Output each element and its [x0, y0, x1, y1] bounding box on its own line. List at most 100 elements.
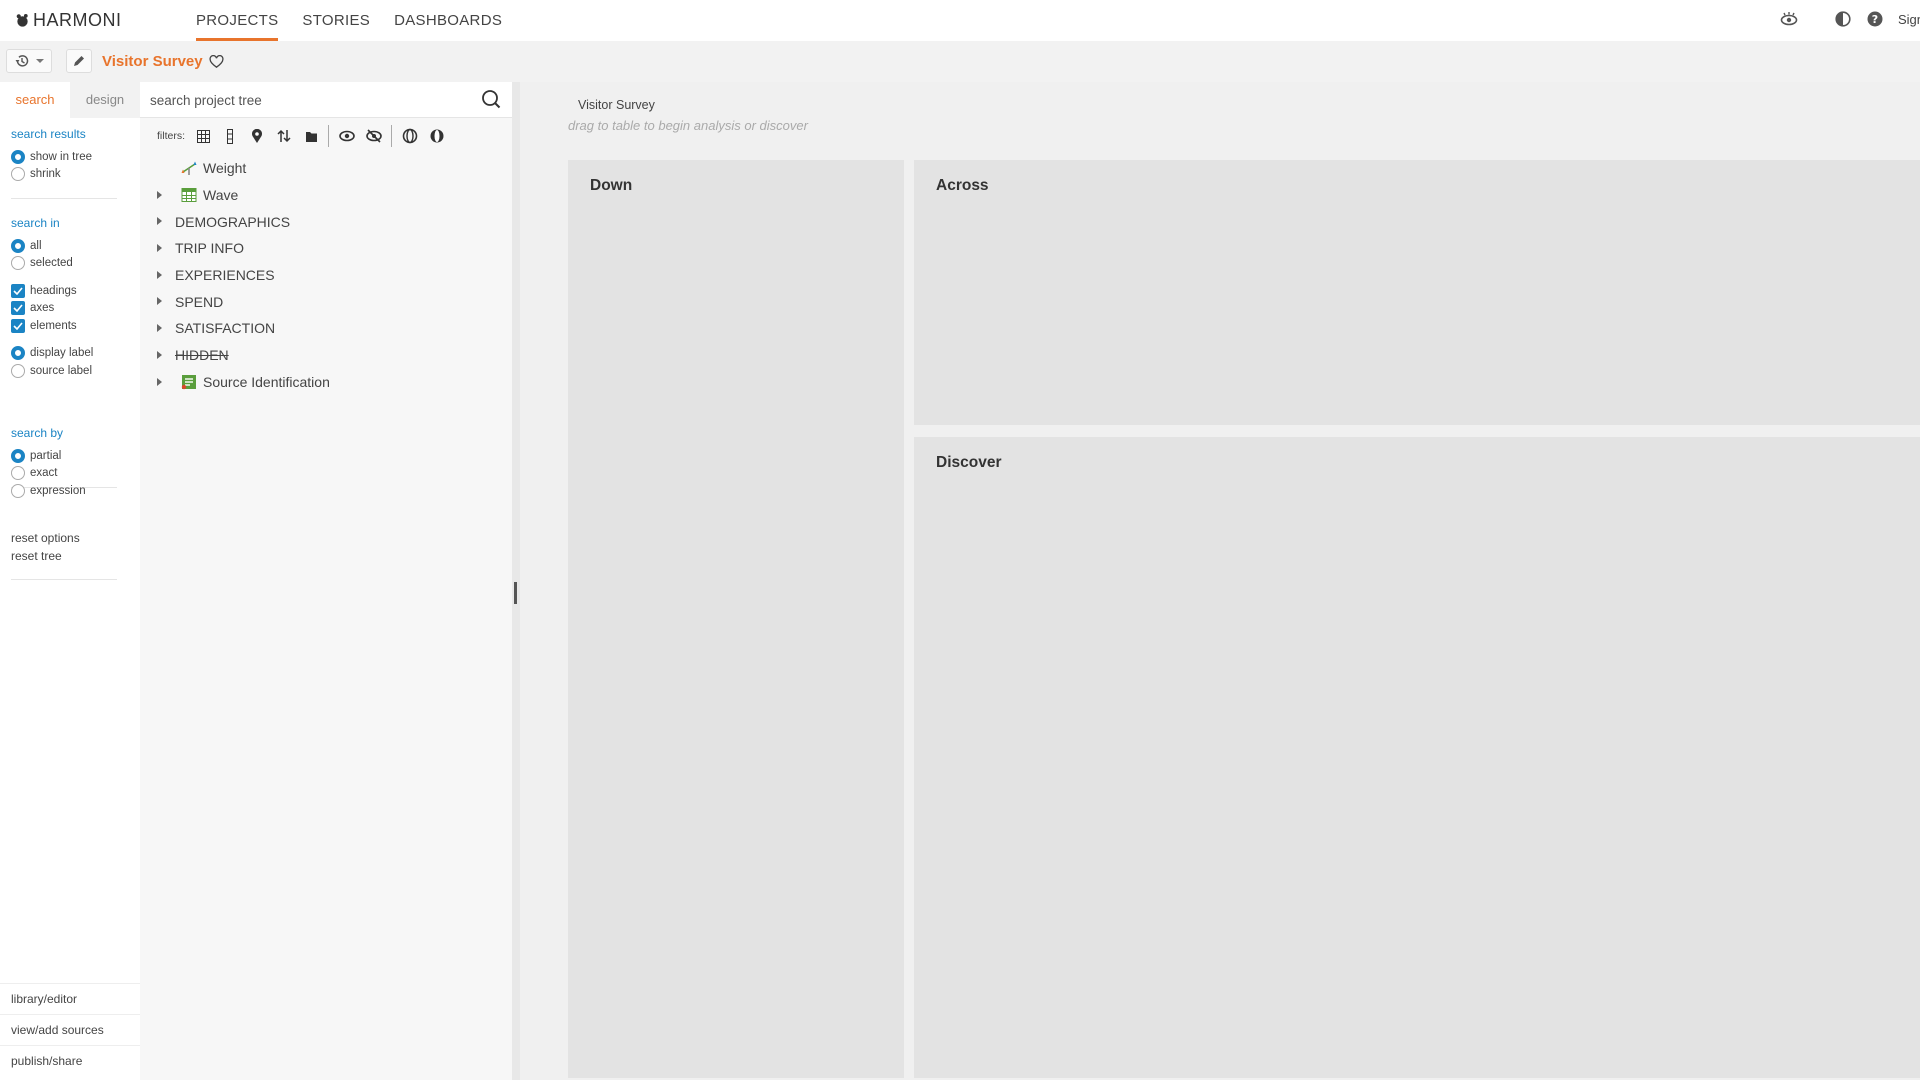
radio-selected[interactable] [11, 238, 25, 253]
top-bar: HARMONI PROJECTS STORIES DASHBOARDS ? Si… [0, 0, 1920, 41]
nav-projects[interactable]: PROJECTS [184, 0, 290, 41]
eye-icon[interactable] [338, 127, 356, 145]
search-icon[interactable] [480, 89, 502, 111]
tab-search[interactable]: search [0, 82, 70, 118]
radio-unselected[interactable] [11, 483, 25, 498]
option-exact[interactable]: exact [11, 465, 119, 483]
chevron-down-icon [35, 59, 44, 63]
reset-tree-link[interactable]: reset tree [11, 549, 119, 567]
radio-unselected[interactable] [11, 256, 25, 271]
checkbox-elements[interactable]: elements [11, 317, 119, 335]
tree-node-source-identification[interactable]: Source Identification [140, 369, 512, 396]
logo-icon [16, 13, 28, 27]
grid-icon[interactable] [194, 127, 212, 145]
project-name[interactable]: Visitor Survey [102, 53, 203, 70]
radio-selected[interactable] [11, 448, 25, 463]
tab-design[interactable]: design [70, 82, 140, 118]
pencil-icon [74, 56, 84, 66]
publish-share-link[interactable]: publish/share [0, 1045, 140, 1075]
view-icon[interactable] [1780, 10, 1798, 28]
tree-node-label: Weight [203, 160, 247, 177]
tree-node-label: Wave [203, 187, 239, 204]
expand-caret-icon[interactable] [157, 270, 162, 279]
checkbox-checked[interactable] [11, 318, 25, 333]
contrast-icon[interactable] [1834, 10, 1852, 28]
tree-node-label: HIDDEN [175, 347, 229, 364]
radio-unselected[interactable] [11, 167, 25, 182]
expand-caret-icon[interactable] [157, 190, 162, 199]
half-circle-filled-icon[interactable] [428, 127, 446, 145]
heart-icon[interactable] [209, 54, 224, 69]
option-display-label[interactable]: display label [11, 345, 119, 363]
library-editor-link[interactable]: library/editor [0, 983, 140, 1013]
option-shrink[interactable]: shrink [11, 166, 119, 184]
across-dropzone[interactable]: Across [914, 160, 1920, 425]
tree-node-label: TRIP INFO [175, 240, 244, 257]
app-logo[interactable]: HARMONI [15, 10, 122, 31]
pin-icon[interactable] [248, 127, 266, 145]
filter-separator [328, 125, 330, 147]
tree-search-input[interactable] [150, 88, 470, 112]
eye-slash-icon[interactable] [365, 127, 383, 145]
down-label: Down [590, 177, 633, 194]
checkbox-checked[interactable] [11, 283, 25, 298]
option-source-label[interactable]: source label [11, 362, 119, 380]
expand-caret-icon[interactable] [157, 377, 162, 386]
radio-selected[interactable] [11, 346, 25, 361]
tree-node-demographics[interactable]: DEMOGRAPHICS [140, 208, 512, 235]
checkbox-headings[interactable]: headings [11, 282, 119, 300]
expand-caret-icon[interactable] [157, 244, 162, 253]
option-show-in-tree[interactable]: show in tree [11, 148, 119, 166]
view-add-sources-link[interactable]: view/add sources [0, 1014, 140, 1044]
down-dropzone[interactable]: Down [568, 160, 904, 1078]
tree-node-label: SATISFACTION [175, 320, 276, 337]
tree-node-satisfaction[interactable]: SATISFACTION [140, 315, 512, 342]
column-icon[interactable] [221, 127, 239, 145]
check-icon [13, 287, 23, 295]
radio-unselected[interactable] [11, 466, 25, 481]
project-toolbar: Visitor Survey [0, 41, 1920, 82]
edit-button[interactable] [66, 49, 92, 73]
checkbox-axes[interactable]: axes [11, 300, 119, 318]
tree-node-spend[interactable]: SPEND [140, 288, 512, 315]
option-label: show in tree [30, 150, 93, 163]
expand-caret-icon[interactable] [157, 350, 162, 359]
tree-node-trip-info[interactable]: TRIP INFO [140, 235, 512, 262]
search-results-heading: search results [11, 127, 86, 141]
sign-in-link[interactable]: Sign [1898, 12, 1920, 27]
tree-node-wave[interactable]: Wave [140, 182, 512, 209]
radio-selected[interactable] [11, 149, 25, 164]
search-results-section: search results show in tree shrink [11, 127, 119, 183]
option-all[interactable]: all [11, 237, 119, 255]
help-icon[interactable]: ? [1866, 10, 1884, 28]
radio-unselected[interactable] [11, 363, 25, 378]
half-circle-icon[interactable] [401, 127, 419, 145]
tree-node-weight[interactable]: Weight [140, 155, 512, 182]
sort-icon[interactable] [275, 127, 293, 145]
expand-caret-icon[interactable] [157, 324, 162, 333]
folder-icon[interactable] [302, 127, 320, 145]
expand-caret-icon[interactable] [157, 217, 162, 226]
filters-bar: filters: [140, 122, 512, 150]
divider [11, 198, 117, 199]
analysis-workspace: Visitor Survey drag to table to begin an… [520, 82, 1920, 1080]
checkbox-checked[interactable] [11, 301, 25, 316]
nav-stories[interactable]: STORIES [290, 0, 382, 41]
option-selected[interactable]: selected [11, 255, 119, 273]
option-label: shrink [30, 168, 61, 181]
tree-node-experiences[interactable]: EXPERIENCES [140, 262, 512, 289]
panel-splitter[interactable] [512, 82, 520, 1080]
reset-section: reset options reset tree [11, 531, 119, 567]
tree-node-hidden[interactable]: HIDDEN [140, 342, 512, 369]
option-label: selected [30, 257, 73, 270]
expand-caret-icon[interactable] [157, 297, 162, 306]
tree-node-label: Source Identification [203, 373, 330, 390]
history-dropdown[interactable] [6, 49, 52, 73]
nav-dashboards[interactable]: DASHBOARDS [382, 0, 514, 41]
table-icon [181, 187, 197, 202]
discover-dropzone[interactable]: Discover [914, 437, 1920, 1078]
reset-options-link[interactable]: reset options [11, 531, 119, 549]
option-partial[interactable]: partial [11, 447, 119, 465]
option-expression[interactable]: expression [11, 482, 119, 500]
splitter-grip[interactable] [514, 582, 517, 604]
